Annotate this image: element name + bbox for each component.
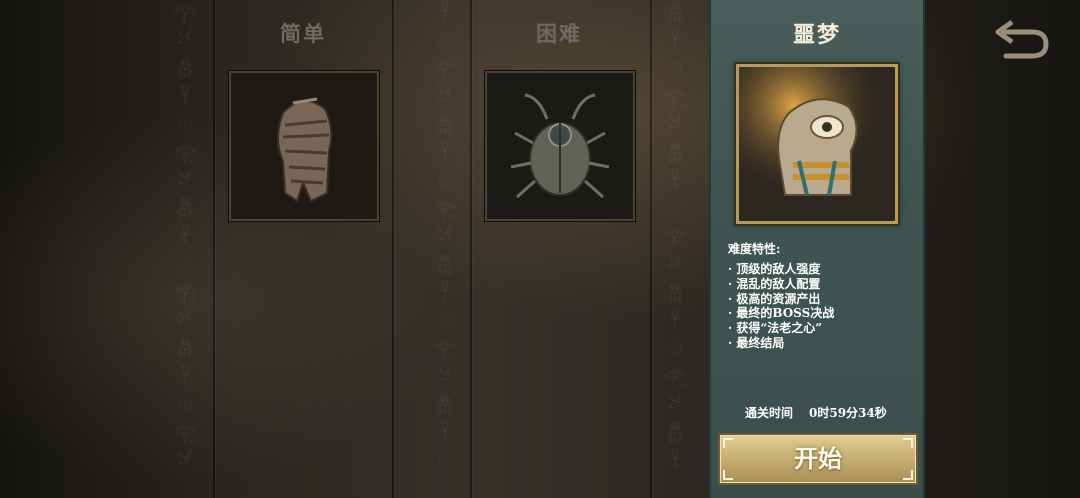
column-divider [213,0,215,498]
start-button[interactable]: 开始 [720,435,916,483]
feature-item: · 极高的资源产出 [728,291,821,306]
column-divider [392,0,394,498]
feature-item: · 顶级的敌人强度 [728,262,821,276]
corner-ornament [903,470,913,480]
start-button-label: 开始 [794,444,842,473]
corner-ornament [903,438,913,448]
tier-hard-title: 困难 [536,21,582,46]
tier-easy-card[interactable] [229,71,379,221]
tier-nightmare-card[interactable] [736,64,898,224]
horus-eye-icon [739,67,895,221]
corner-ornament [723,438,733,448]
feature-item: · 最终结局 [728,335,785,350]
column-divider [650,0,652,498]
features-heading: 难度特性: [728,242,781,256]
back-arrow-icon [995,19,1049,59]
tier-hard-card[interactable] [485,71,635,221]
back-button[interactable] [992,14,1052,62]
features-list: · 顶级的敌人强度 · 混乱的敌人配置 · 极高的资源产出 · 最终的BOSS决… [728,262,834,351]
tier-easy-title: 简单 [280,21,326,46]
clear-time-label: 通关时间 [745,406,794,420]
tier-nightmare-panel[interactable]: 噩梦 难度特性: · 顶级的敌人强度 · 混乱的敌人配置 · 极高的资源产出 ·… [709,0,925,498]
column-divider [470,0,472,498]
tier-nightmare-title: 噩梦 [792,22,841,48]
corner-ornament [723,470,733,480]
feature-item: · 最终的BOSS决战 [728,306,835,321]
feature-item: · 混乱的敌人配置 [728,276,821,291]
feature-item: · 获得“法老之心” [728,321,823,336]
hieroglyph-decoration: 𓂀𓃾𓆣𓋹𓇳𓂀𓃾𓆣𓋹𓇳𓂀𓃾𓆣𓋹𓇳𓂀𓃾 [173,3,197,472]
clear-time-value: 0时59分34秒 [809,406,887,420]
scarab-icon [487,73,633,219]
mummy-icon [231,73,377,219]
